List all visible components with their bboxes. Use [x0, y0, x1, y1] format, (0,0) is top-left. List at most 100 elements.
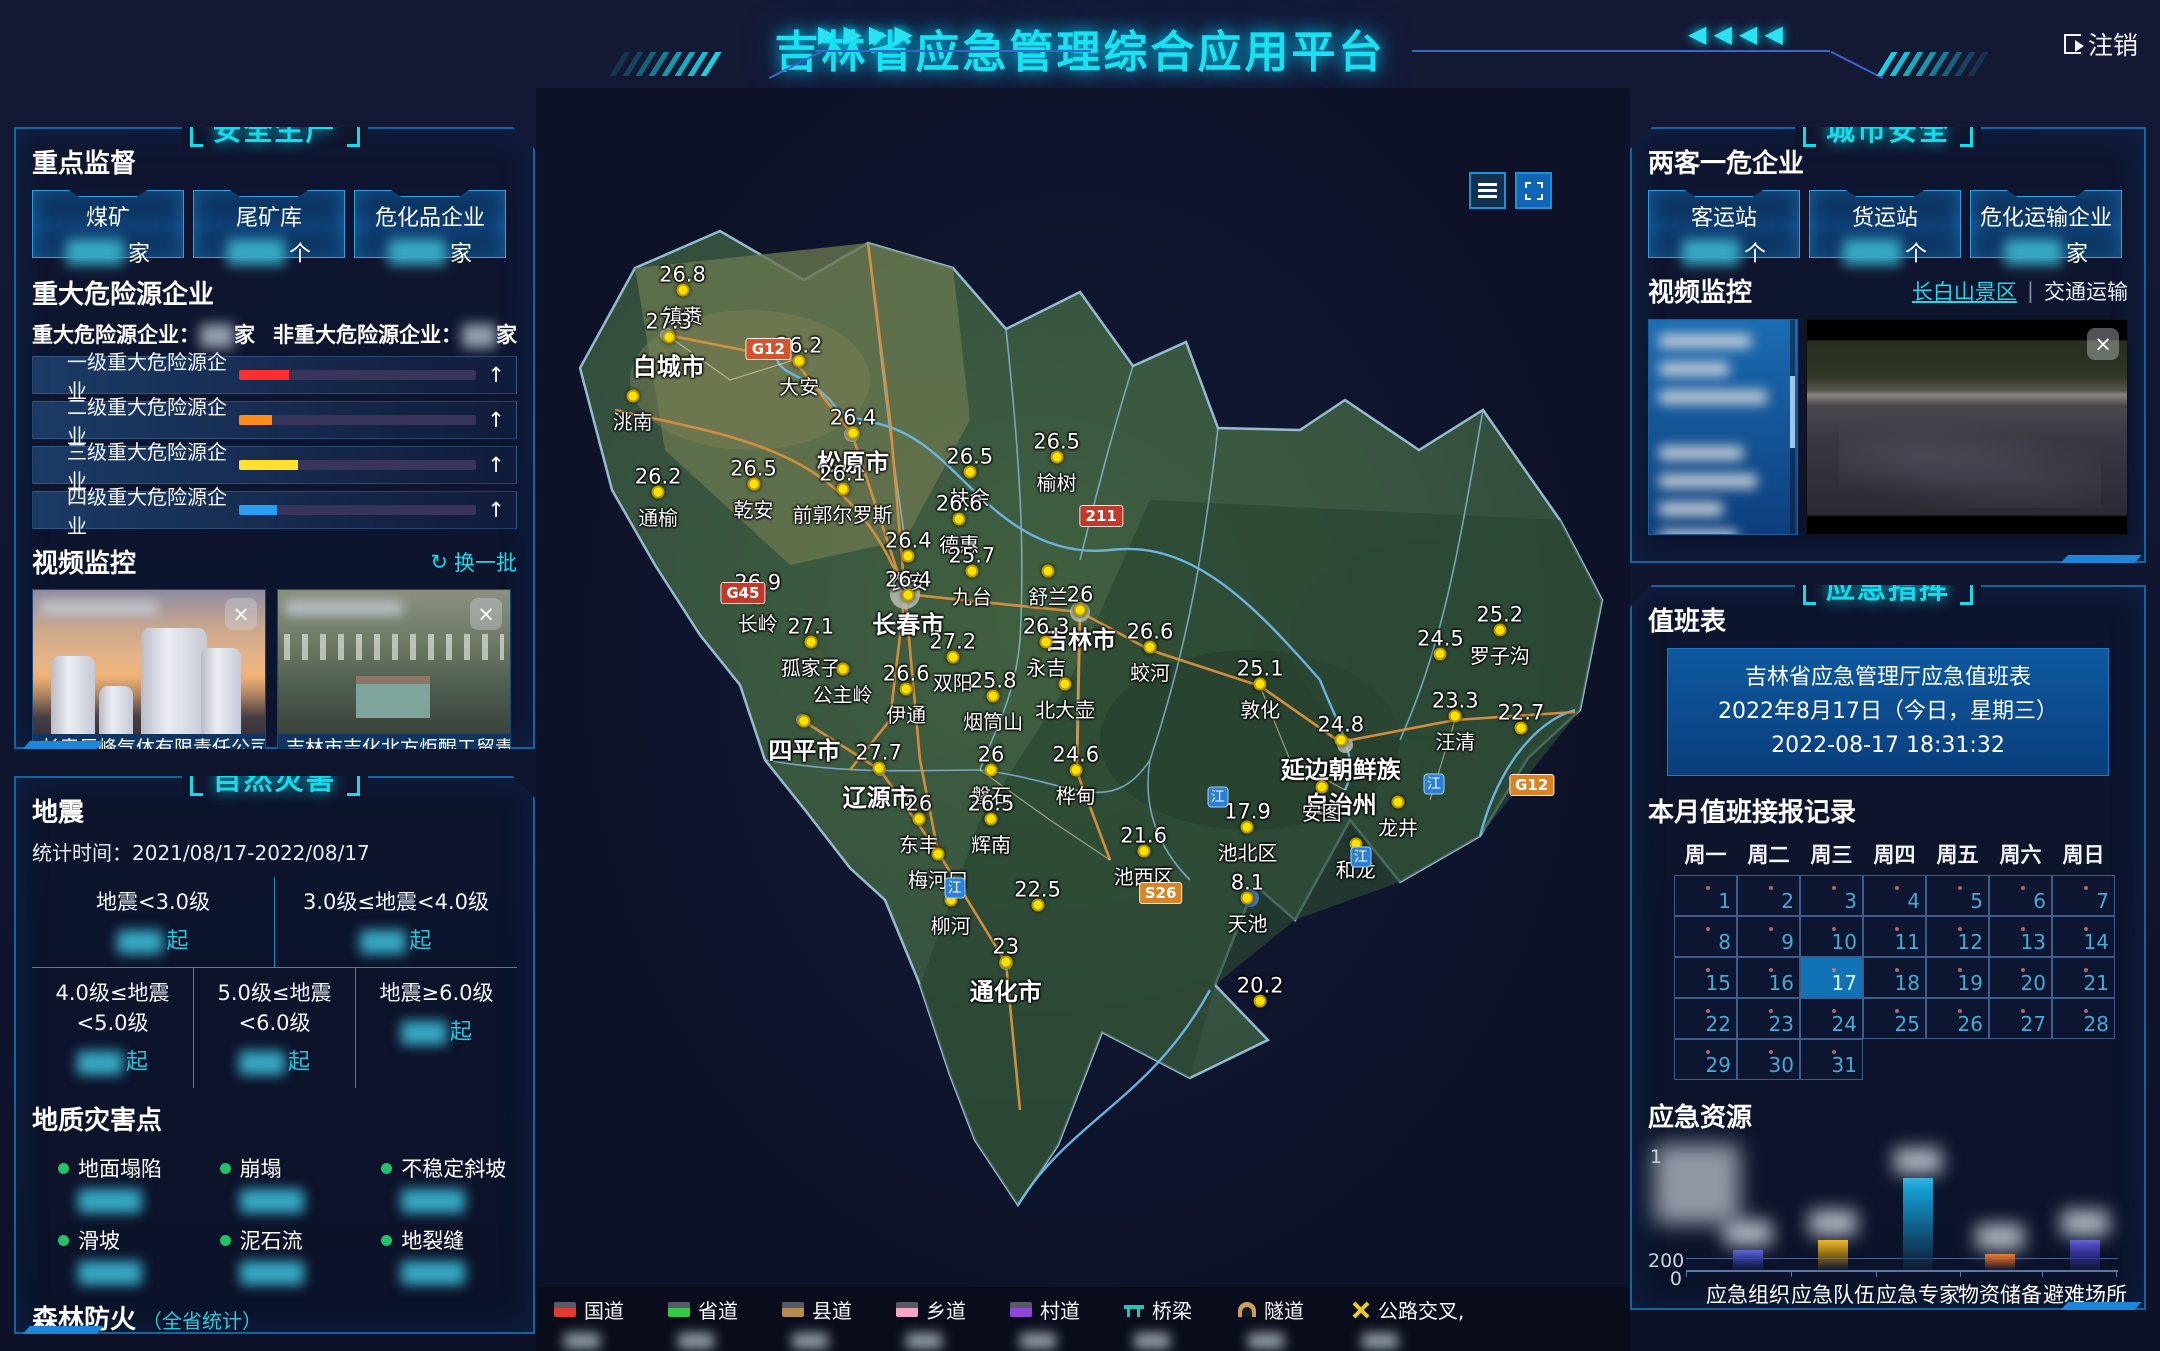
calendar-day-17[interactable]: 17 [1800, 957, 1863, 998]
weekday-2: 周三 [1800, 839, 1863, 869]
legend-item-隧道[interactable]: 隧道 [1238, 1295, 1352, 1349]
camera-list-item-4[interactable] [1659, 442, 1783, 457]
legend-label: 乡道 [926, 1295, 966, 1324]
legend-item-乡道[interactable]: 乡道 [896, 1295, 1010, 1349]
panel-accent [2056, 1302, 2142, 1315]
calendar-day-18[interactable]: 18 [1863, 957, 1926, 998]
calendar-day-6[interactable]: 6 [1989, 875, 2052, 916]
calendar-day-8[interactable]: 8 [1674, 916, 1737, 957]
camera-thumbnail-1[interactable]: ×吉林市吉化北方炬醌工贸责任... [277, 589, 511, 763]
enterprise-card-1[interactable]: 货运站个 [1809, 190, 1961, 258]
supervision-card-0[interactable]: 煤矿家 [32, 190, 184, 258]
calendar-day-22[interactable]: 22 [1674, 998, 1737, 1039]
calendar-day-5[interactable]: 5 [1926, 875, 1989, 916]
legend-item-公路交叉,[interactable]: 公路交叉, [1352, 1295, 1466, 1349]
poi-marker[interactable] [1392, 795, 1405, 808]
calendar-day-10[interactable]: 10 [1800, 916, 1863, 957]
camera-list-item-2[interactable] [1659, 386, 1783, 401]
calendar-day-29[interactable]: 29 [1674, 1039, 1737, 1080]
calendar-day-11[interactable]: 11 [1863, 916, 1926, 957]
close-thumbnail-icon[interactable]: × [470, 598, 502, 630]
calendar-day-21[interactable]: 21 [2052, 957, 2115, 998]
close-video-icon[interactable]: × [2087, 328, 2119, 360]
poi-marker[interactable] [836, 663, 849, 676]
poi-marker[interactable] [1315, 781, 1328, 794]
camera-list-item-7[interactable] [1659, 526, 1783, 535]
calendar-day-28[interactable]: 28 [2052, 998, 2115, 1039]
calendar-day-25[interactable]: 25 [1863, 998, 1926, 1039]
logout-button[interactable]: 注销 [2064, 26, 2138, 62]
temperature-label: 21.6 [1120, 824, 1167, 848]
poi-marker[interactable] [1042, 564, 1055, 577]
legend-item-村道[interactable]: 村道 [1010, 1295, 1124, 1349]
legend-item-县道[interactable]: 县道 [782, 1295, 896, 1349]
day-number: 29 [1706, 1053, 1731, 1077]
video-tab-1[interactable]: 交通运输 [2044, 276, 2128, 306]
calendar-day-3[interactable]: 3 [1800, 875, 1863, 916]
calendar-day-19[interactable]: 19 [1926, 957, 1989, 998]
video-player[interactable]: × [1806, 319, 2128, 535]
forest-card-1[interactable]: 山脉处 [193, 1346, 345, 1351]
close-thumbnail-icon[interactable]: × [225, 598, 257, 630]
temperature-label: 26.8 [659, 262, 706, 286]
redacted-value [1659, 446, 1743, 460]
road-shield-G12: G12 [1509, 774, 1554, 796]
supervision-card-1[interactable]: 尾矿库个 [193, 190, 345, 258]
legend-label: 国道 [584, 1295, 624, 1324]
city-label-33: 罗子沟 [1470, 640, 1530, 669]
refresh-icon: ↻ [430, 550, 448, 574]
legend-color-chip [668, 1302, 690, 1317]
calendar-day-12[interactable]: 12 [1926, 916, 1989, 957]
refresh-batch-button[interactable]: ↻ 换一批 [430, 547, 517, 577]
city-label-3: 大安 [779, 371, 819, 400]
calendar-day-2[interactable]: 2 [1737, 875, 1800, 916]
calendar-day-7[interactable]: 7 [2052, 875, 2115, 916]
duty-roster-card[interactable]: 吉林省应急管理厅应急值班表2022年8月17日（今日，星期三）2022-08-1… [1667, 648, 2109, 776]
enterprise-card-2[interactable]: 危化运输企业家 [1970, 190, 2122, 258]
poi-marker[interactable] [798, 714, 811, 727]
camera-list-item-5[interactable] [1659, 470, 1783, 485]
poi-marker[interactable] [1059, 677, 1072, 690]
legend-item-国道[interactable]: 国道 [554, 1295, 668, 1349]
camera-list-item-1[interactable] [1659, 358, 1783, 373]
camera-list-scrollbar[interactable] [1790, 320, 1795, 534]
day-number: 4 [1907, 889, 1920, 913]
camera-thumbnail-0[interactable]: ×长春巨峰气体有限责任公司 [32, 589, 266, 763]
supervision-label: 危化品企业 [355, 200, 505, 232]
calendar-day-31[interactable]: 31 [1800, 1039, 1863, 1080]
map-canvas: 26.8镇赉27.3白城市洮南26.2大安26.2通榆26.4松原市26.1前郭… [550, 120, 1610, 1351]
supervision-card-2[interactable]: 危化品企业家 [354, 190, 506, 258]
calendar-day-9[interactable]: 9 [1737, 916, 1800, 957]
calendar-day-15[interactable]: 15 [1674, 957, 1737, 998]
calendar-day-16[interactable]: 16 [1737, 957, 1800, 998]
supervision-unit: 个 [289, 236, 311, 268]
legend-item-省道[interactable]: 省道 [668, 1295, 782, 1349]
calendar-day-4[interactable]: 4 [1863, 875, 1926, 916]
calendar-day-23[interactable]: 23 [1737, 998, 1800, 1039]
calendar-day-26[interactable]: 26 [1926, 998, 1989, 1039]
redacted-value [117, 930, 163, 954]
calendar-day-27[interactable]: 27 [1989, 998, 2052, 1039]
map-layers-button[interactable] [1469, 172, 1506, 209]
forest-card-0[interactable]: 林场处 [32, 1346, 184, 1351]
camera-list-item-0[interactable] [1659, 330, 1783, 345]
province-map[interactable]: 26.8镇赉27.3白城市洮南26.2大安26.2通榆26.4松原市26.1前郭… [536, 88, 1630, 1351]
calendar-day-1[interactable]: 1 [1674, 875, 1737, 916]
camera-list[interactable] [1648, 319, 1798, 535]
map-fullscreen-button[interactable] [1515, 172, 1552, 209]
poi-marker[interactable] [626, 389, 639, 402]
poi-marker[interactable] [931, 847, 944, 860]
camera-list-item-6[interactable] [1659, 498, 1783, 513]
temperature-label: 26.4 [885, 568, 932, 592]
calendar-day-14[interactable]: 14 [2052, 916, 2115, 957]
calendar-day-20[interactable]: 20 [1989, 957, 2052, 998]
resource-bar-3 [1985, 1254, 2015, 1270]
calendar-day-13[interactable]: 13 [1989, 916, 2052, 957]
calendar-day-30[interactable]: 30 [1737, 1039, 1800, 1080]
report-dot-icon [2084, 886, 2088, 890]
legend-item-桥梁[interactable]: 桥梁 [1124, 1295, 1238, 1349]
enterprise-card-0[interactable]: 客运站个 [1648, 190, 1800, 258]
forest-card-2[interactable]: 防火重点地处 [354, 1346, 506, 1351]
video-tab-0[interactable]: 长白山景区 [1912, 276, 2017, 306]
calendar-day-24[interactable]: 24 [1800, 998, 1863, 1039]
